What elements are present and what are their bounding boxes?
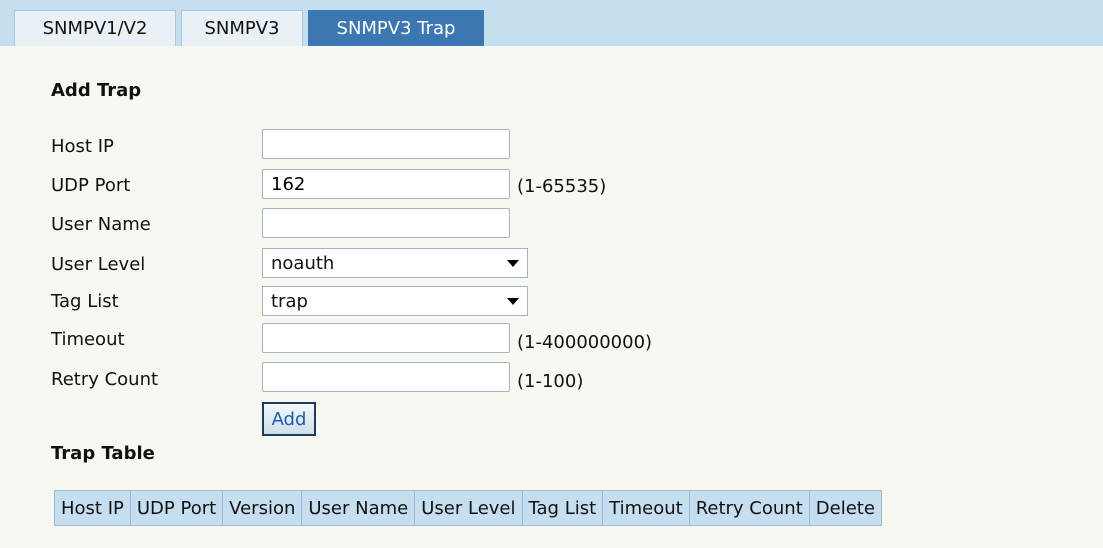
- tab-snmpv3-trap[interactable]: SNMPV3 Trap: [308, 10, 484, 46]
- timeout-range: (1-400000000): [517, 332, 653, 353]
- tab-bar: SNMPV1/V2 SNMPV3 SNMPV3 Trap: [0, 0, 1103, 46]
- tab-snmpv1-v2[interactable]: SNMPV1/V2: [14, 10, 176, 46]
- user-level-label: User Level: [51, 254, 146, 275]
- trap-table: Host IP UDP Port Version User Name User …: [54, 490, 882, 526]
- udp-port-range: (1-65535): [517, 176, 607, 197]
- timeout-input[interactable]: [262, 323, 510, 353]
- retry-count-input[interactable]: [262, 362, 510, 392]
- table-header-row: Host IP UDP Port Version User Name User …: [55, 491, 881, 525]
- retry-count-label: Retry Count: [51, 369, 159, 390]
- tag-list-select[interactable]: trap: [262, 286, 528, 316]
- column-timeout: Timeout: [603, 491, 690, 525]
- tab-snmpv3[interactable]: SNMPV3: [181, 10, 303, 46]
- host-ip-input[interactable]: [262, 129, 510, 159]
- add-button[interactable]: Add: [262, 402, 316, 436]
- column-udp-port: UDP Port: [131, 491, 224, 525]
- udp-port-label: UDP Port: [51, 175, 131, 196]
- column-user-level: User Level: [415, 491, 523, 525]
- column-version: Version: [223, 491, 303, 525]
- user-level-select[interactable]: noauth: [262, 248, 528, 278]
- user-level-value: noauth: [271, 252, 335, 274]
- user-name-input[interactable]: [262, 208, 510, 238]
- udp-port-input[interactable]: [262, 169, 510, 199]
- timeout-label: Timeout: [51, 329, 125, 350]
- trap-table-title: Trap Table: [51, 443, 155, 464]
- add-trap-title: Add Trap: [51, 80, 142, 101]
- tag-list-label: Tag List: [51, 291, 119, 312]
- column-retry-count: Retry Count: [690, 491, 810, 525]
- column-tag-list: Tag List: [523, 491, 604, 525]
- column-host-ip: Host IP: [55, 491, 131, 525]
- chevron-down-icon: [507, 298, 519, 305]
- chevron-down-icon: [507, 260, 519, 267]
- column-delete: Delete: [815, 497, 875, 519]
- user-name-label: User Name: [51, 214, 151, 235]
- tag-list-value: trap: [271, 290, 308, 312]
- column-user-name: User Name: [302, 491, 416, 525]
- retry-count-range: (1-100): [517, 371, 584, 392]
- host-ip-label: Host IP: [51, 136, 114, 157]
